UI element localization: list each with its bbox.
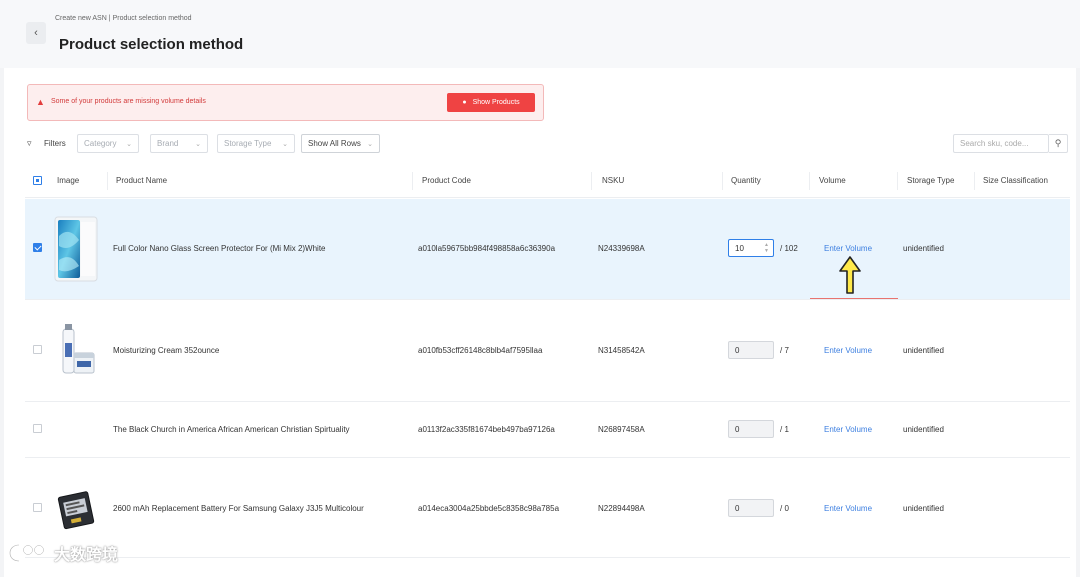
missing-volume-alert: ▲ Some of your products are missing volu… <box>27 84 544 121</box>
product-name: 2600 mAh Replacement Battery For Samsung… <box>113 504 364 513</box>
page-header: ‹ Create new ASN | Product selection metho… <box>0 0 1080 68</box>
alert-message: Some of your products are missing volume… <box>51 98 206 105</box>
storage-type: unidentified <box>903 244 944 253</box>
table-row[interactable]: Full Color Nano Glass Screen Protector F… <box>25 199 1070 300</box>
product-name: The Black Church in America African Amer… <box>113 425 350 434</box>
header-size-classification: Size Classification <box>983 176 1048 185</box>
search-input[interactable]: Search sku, code... <box>953 134 1049 153</box>
brand-select[interactable]: Brand ⌄ <box>150 134 208 153</box>
search-icon: ⚲ <box>1054 138 1062 148</box>
quantity-input[interactable]: 0 <box>728 420 774 438</box>
quantity-total: / 102 <box>780 244 798 253</box>
filter-icon: ▿ <box>27 138 32 148</box>
row-checkbox[interactable] <box>33 503 42 512</box>
row-checkbox[interactable] <box>33 424 42 433</box>
category-select-value: Category <box>84 139 117 148</box>
quantity-value: 0 <box>735 425 740 434</box>
nsku: N22894498A <box>598 504 645 513</box>
storage-type-select[interactable]: Storage Type ⌄ <box>217 134 295 153</box>
watermark: 大数跨境 <box>8 541 118 565</box>
nsku: N24339698A <box>598 244 645 253</box>
page-title: Product selection method <box>59 36 244 53</box>
quantity-input[interactable]: 0 <box>728 341 774 359</box>
quantity-total: / 7 <box>780 346 789 355</box>
header-quantity: Quantity <box>731 176 761 185</box>
chevron-down-icon: ⌄ <box>126 140 132 148</box>
rows-select-value: Show All Rows <box>308 139 361 148</box>
nsku: N26897458A <box>598 425 645 434</box>
product-code: a010la59675bb984f498858a6c36390a <box>418 244 556 253</box>
chevron-down-icon: ⌄ <box>195 140 201 148</box>
filters-label: Filters <box>44 139 66 148</box>
brand-select-value: Brand <box>157 139 179 148</box>
watermark-logo-icon <box>8 543 45 563</box>
row-checkbox[interactable] <box>33 243 42 252</box>
stepper-icon[interactable]: ▲ ▼ <box>764 242 769 254</box>
quantity-value: 0 <box>735 346 740 355</box>
back-button[interactable]: ‹ <box>26 22 46 44</box>
table-row[interactable]: Moisturizing Cream 352ounce a010fb53cff2… <box>25 301 1070 402</box>
product-code: a0113f2ac335f81674beb497ba97126a <box>418 425 555 434</box>
search-button[interactable]: ⚲ <box>1049 134 1068 153</box>
storage-type: unidentified <box>903 425 944 434</box>
enter-volume-link[interactable]: Enter Volume <box>824 425 872 434</box>
chevron-down-icon: ⌄ <box>282 140 288 148</box>
warning-icon: ▲ <box>36 97 45 107</box>
quantity-input[interactable]: 10 ▲ ▼ <box>728 239 774 257</box>
row-checkbox[interactable] <box>33 345 42 354</box>
select-all-checkbox[interactable] <box>33 176 42 185</box>
header-image: Image <box>57 176 80 185</box>
table-row[interactable]: 2600 mAh Replacement Battery For Samsung… <box>25 458 1070 558</box>
quantity-input[interactable]: 0 <box>728 499 774 517</box>
enter-volume-link[interactable]: Enter Volume <box>824 346 872 355</box>
enter-volume-link[interactable]: Enter Volume <box>824 244 872 253</box>
storage-type-select-value: Storage Type <box>224 139 272 148</box>
back-arrow-icon: ‹ <box>34 27 38 39</box>
enter-volume-link[interactable]: Enter Volume <box>824 504 872 513</box>
header-product-name: Product Name <box>116 176 168 185</box>
chevron-down-icon: ⌄ <box>367 140 373 148</box>
storage-type: unidentified <box>903 346 944 355</box>
rows-select[interactable]: Show All Rows ⌄ <box>301 134 380 153</box>
quantity-total: / 0 <box>780 504 789 513</box>
product-name: Full Color Nano Glass Screen Protector F… <box>113 244 326 253</box>
info-dot-icon: ● <box>462 99 467 106</box>
header-volume: Volume <box>819 176 846 185</box>
show-products-label: Show Products <box>472 99 520 106</box>
show-products-button[interactable]: ● Show Products <box>447 93 535 112</box>
breadcrumb: Create new ASN | Product selection method <box>55 15 192 22</box>
quantity-total: / 1 <box>780 425 789 434</box>
nsku: N31458542A <box>598 346 645 355</box>
table-header: Image Product Name Product Code NSKU Qua… <box>25 164 1070 198</box>
table-row[interactable]: The Black Church in America African Amer… <box>25 402 1070 458</box>
up-arrow-annotation-icon <box>839 256 861 294</box>
volume-error-underline <box>810 298 898 299</box>
quantity-value: 10 <box>735 244 744 253</box>
header-storage-type: Storage Type <box>907 176 955 185</box>
header-nsku: NSKU <box>602 176 625 185</box>
watermark-text: 大数跨境 <box>54 547 119 564</box>
breadcrumb-parent[interactable]: Create new ASN <box>55 15 107 22</box>
quantity-value: 0 <box>735 504 740 513</box>
header-product-code: Product Code <box>422 176 471 185</box>
product-name: Moisturizing Cream 352ounce <box>113 346 220 355</box>
product-code: a014eca3004a25bbde5c8358c98a785a <box>418 504 560 513</box>
breadcrumb-current: Product selection method <box>112 15 192 22</box>
product-image-cream <box>57 323 97 377</box>
category-select[interactable]: Category ⌄ <box>77 134 139 153</box>
storage-type: unidentified <box>903 504 944 513</box>
product-image-screen-protector <box>53 216 99 282</box>
product-image-battery <box>57 488 97 532</box>
product-code: a010fb53cff26148c8blb4af7595llaa <box>418 346 543 355</box>
